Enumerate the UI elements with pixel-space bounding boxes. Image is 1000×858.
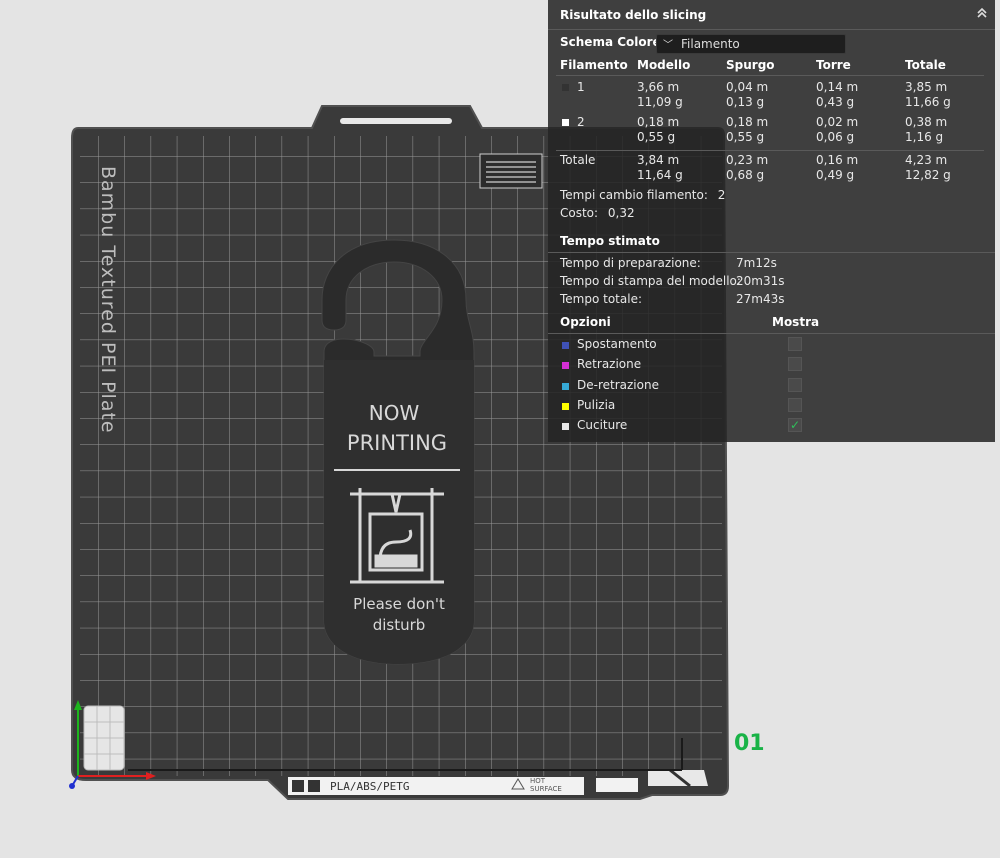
hanger-line2: PRINTING	[347, 431, 447, 455]
filament-1-swatch	[562, 84, 569, 91]
option-label: Spostamento	[577, 337, 657, 351]
option-row-de-retrazione: De-retrazione	[560, 377, 802, 396]
option-show-checkbox[interactable]	[788, 357, 802, 372]
options-title: Opzioni	[560, 315, 611, 329]
total-time-label: Tempo totale:	[560, 292, 643, 306]
total-model-wt: 11,64 g	[637, 168, 683, 182]
row1-purge-wt: 0,13 g	[726, 95, 765, 109]
total-tower-wt: 0,49 g	[816, 168, 855, 182]
color-scheme-value: Filamento	[681, 37, 740, 51]
model-time-value: 20m31s	[736, 274, 785, 288]
option-label: Cuciture	[577, 418, 628, 433]
option-show-checkbox[interactable]	[788, 397, 802, 412]
filament-changes-row: Tempi cambio filamento: 2	[560, 188, 725, 202]
option-show-checkbox[interactable]	[788, 377, 802, 392]
total-purge-wt: 0,68 g	[726, 168, 765, 182]
cost-row: Costo: 0,32	[560, 206, 635, 220]
option-row-retrazione: Retrazione	[560, 357, 802, 375]
filament-changes-label: Tempi cambio filamento:	[560, 188, 708, 202]
col-tower: Torre	[816, 58, 851, 72]
material-label: PLA/ABS/PETG	[330, 780, 409, 793]
option-label: De-retrazione	[577, 377, 659, 392]
estimated-time-title: Tempo stimato	[560, 234, 660, 248]
filament-changes-value: 2	[717, 188, 726, 202]
filament-1-id: 1	[577, 80, 585, 94]
show-title: Mostra	[772, 315, 820, 329]
row1-model-wt: 11,09 g	[637, 95, 683, 109]
prep-time-value: 7m12s	[736, 256, 777, 270]
col-filament: Filamento	[560, 58, 628, 72]
plate-number[interactable]: 01	[734, 731, 765, 756]
filament-2-swatch	[562, 119, 569, 126]
chevron-up-double-icon[interactable]	[975, 7, 989, 21]
checkmark-icon: ✓	[789, 418, 801, 433]
total-time-value: 27m43s	[736, 292, 785, 306]
prep-time-label: Tempo di preparazione:	[560, 256, 701, 270]
col-purge: Spurgo	[726, 58, 775, 72]
option-label: Retrazione	[577, 357, 642, 372]
option-show-checkbox[interactable]	[788, 337, 802, 351]
model-time-label: Tempo di stampa del modello:	[560, 274, 741, 288]
cost-label: Costo:	[560, 206, 599, 220]
row1-total-wt: 11,66 g	[905, 95, 951, 109]
option-color-swatch	[562, 342, 569, 349]
filament-2-id: 2	[577, 115, 585, 129]
plate-name: Bambu Textured PEI Plate	[97, 166, 119, 434]
surface-label: SURFACE	[530, 785, 562, 793]
option-label: Pulizia	[577, 397, 616, 412]
row2-purge-wt: 0,55 g	[726, 130, 765, 144]
option-row-pulizia: Pulizia	[560, 397, 802, 416]
chevron-down-icon: ﹀	[663, 40, 673, 51]
row2-total-wt: 1,16 g	[905, 130, 944, 144]
option-row-spostamento: Spostamento	[560, 337, 802, 355]
option-row-cuciture: Cuciture ✓	[560, 418, 802, 436]
option-color-swatch	[562, 402, 569, 410]
hanger-line4: disturb	[373, 616, 426, 634]
panel-header: Risultato dello slicing	[548, 0, 995, 30]
option-color-swatch	[562, 423, 569, 431]
col-model: Modello	[637, 58, 691, 72]
option-color-swatch	[562, 362, 569, 370]
color-scheme-label: Schema Colore	[560, 35, 661, 49]
cost-value: 0,32	[607, 206, 635, 220]
hanger-line3: Please don't	[353, 595, 445, 613]
option-color-swatch	[562, 382, 569, 390]
panel-title: Risultato dello slicing	[560, 8, 707, 22]
color-scheme-select[interactable]: ﹀ Filamento	[656, 34, 846, 54]
hanger-line1: NOW	[369, 401, 420, 425]
row2-model-wt: 0,55 g	[637, 130, 676, 144]
total-label: Totale	[560, 153, 596, 167]
slicing-result-panel: Risultato dello slicing Schema Colore ﹀ …	[548, 0, 995, 442]
option-show-checkbox[interactable]: ✓	[788, 418, 802, 433]
row1-tower-wt: 0,43 g	[816, 95, 855, 109]
row2-tower-wt: 0,06 g	[816, 130, 855, 144]
hot-label: HOT	[530, 777, 546, 785]
total-total-wt: 12,82 g	[905, 168, 951, 182]
col-total: Totale	[905, 58, 946, 72]
